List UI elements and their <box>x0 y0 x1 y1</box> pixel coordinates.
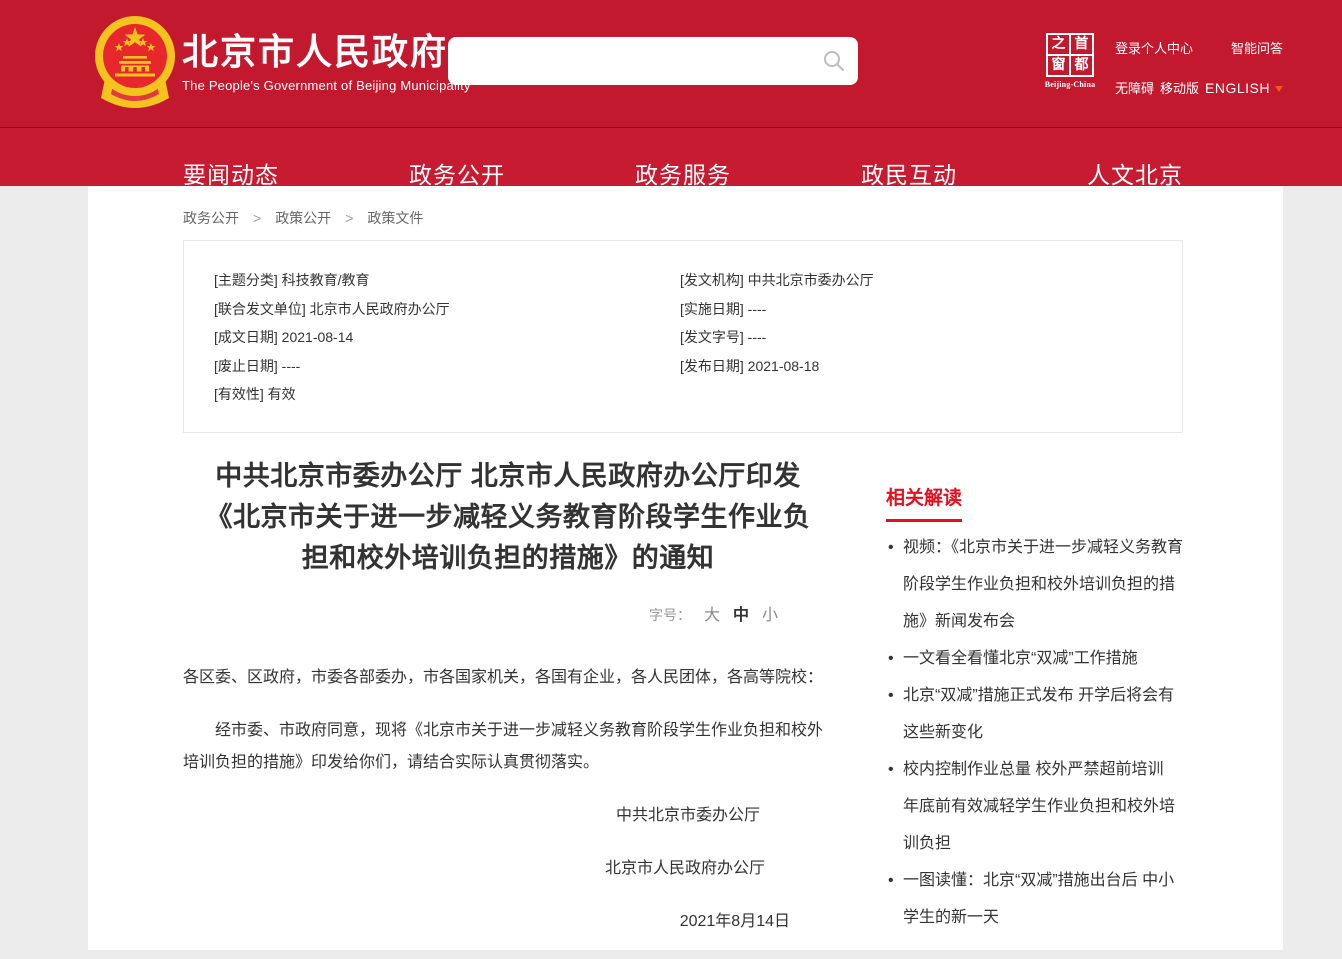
metadata-label: [发布日期] <box>680 358 744 374</box>
related-reading-item[interactable]: 一文看全看懂北京“双减”工作措施 <box>886 640 1183 677</box>
article-title-line: 《北京市关于进一步减轻义务教育阶段学生作业负 <box>183 497 833 538</box>
related-reading-item-label: 视频：《北京市关于进一步减轻义务教育阶段学生作业负担和校外培训负担的措施》新闻发… <box>903 539 1183 630</box>
site-title-group[interactable]: 北京市人民政府 The People's Government of Beiji… <box>182 33 471 93</box>
metadata-row: [主题分类] 科技教育/教育 <box>214 266 680 295</box>
related-reading-item-label: 一图读懂：北京“双减”措施出台后 中小学生的新一天 <box>903 872 1174 926</box>
main-nav: 要闻动态 政务公开 政务服务 政民互动 人文北京 <box>0 127 1342 186</box>
article: 中共北京市委办公厅 北京市人民政府办公厅印发 《北京市关于进一步减轻义务教育阶段… <box>183 456 833 959</box>
smart-qa-link[interactable]: 智能问答 <box>1231 38 1283 57</box>
metadata-value: 2021-08-14 <box>282 329 354 345</box>
metadata-row: [有效性] 有效 <box>214 380 680 409</box>
header-quick-links: 登录个人中心 智能问答 无障碍 移动版 ENGLISH <box>1115 38 1283 97</box>
metadata-row: [发文字号] ---- <box>680 323 874 352</box>
nav-item-label: 人文北京 <box>1087 156 1183 190</box>
metadata-row: [发文机构] 中共北京市委办公厅 <box>680 266 874 295</box>
breadcrumb-item[interactable]: 政策文件 <box>331 208 423 228</box>
metadata-value: ---- <box>748 301 767 317</box>
nav-item-label: 政务服务 <box>635 156 731 190</box>
font-size-large-button[interactable]: 大 <box>704 607 720 624</box>
related-reading-item[interactable]: 视频：《北京市关于进一步减轻义务教育阶段学生作业负担和校外培训负担的措施》新闻发… <box>886 529 1183 640</box>
sidebar-title: 相关解读 <box>886 483 962 522</box>
metadata-row: [废止日期] ---- <box>214 352 680 381</box>
metadata-value: 有效 <box>268 386 296 402</box>
capital-window-logo[interactable]: 之 首 窗 都 Beijing-China <box>1042 33 1098 89</box>
article-title-line: 担和校外培训负担的措施》的通知 <box>183 538 833 579</box>
related-reading-item[interactable]: 校内控制作业总量 校外严禁超前培训 年底前有效减轻学生作业负担和校外培训负担 <box>886 751 1183 862</box>
seal-char: 首 <box>1071 35 1092 54</box>
metadata-label: [实施日期] <box>680 301 744 317</box>
nav-item-label: 政民互动 <box>861 156 957 190</box>
breadcrumb-item[interactable]: 政务公开 <box>183 208 239 228</box>
capital-window-caption: Beijing-China <box>1042 80 1098 89</box>
breadcrumb-label: 政务公开 <box>183 210 239 226</box>
article-title: 中共北京市委办公厅 北京市人民政府办公厅印发 《北京市关于进一步减轻义务教育阶段… <box>183 456 833 579</box>
related-reading-list: 视频：《北京市关于进一步减轻义务教育阶段学生作业负担和校外培训负担的措施》新闻发… <box>886 529 1183 936</box>
metadata-value: ---- <box>748 329 767 345</box>
signature-org-1: 中共北京市委办公厅 <box>183 800 833 832</box>
article-body: 各区委、区政府，市委各部委办，市各国家机关，各国有企业，各人民团体，各高等院校：… <box>183 662 833 938</box>
metadata-row: [成文日期] 2021-08-14 <box>214 323 680 352</box>
site-name-english: The People's Government of Beijing Munic… <box>182 78 471 93</box>
related-reading-sidebar: 相关解读 视频：《北京市关于进一步减轻义务教育阶段学生作业负担和校外培训负担的措… <box>886 483 1183 936</box>
seal-char: 窗 <box>1048 56 1069 75</box>
nav-item-label: 政务公开 <box>409 156 505 190</box>
breadcrumb: 政务公开 政策公开 政策文件 <box>88 186 1283 228</box>
font-size-medium-button[interactable]: 中 <box>733 607 749 624</box>
metadata-label: [废止日期] <box>214 358 278 374</box>
article-paragraph: 经市委、市政府同意，现将《北京市关于进一步减轻义务教育阶段学生作业负担和校外培训… <box>183 715 833 779</box>
metadata-value: 北京市人民政府办公厅 <box>310 301 450 317</box>
content-panel: 政务公开 政策公开 政策文件 [主题分类] 科技教育/教育 [联合发文单位] 北… <box>88 186 1283 950</box>
login-link[interactable]: 登录个人中心 <box>1115 38 1193 57</box>
search-icon[interactable] <box>822 49 846 73</box>
metadata-value: 中共北京市委办公厅 <box>748 272 874 288</box>
signature-org-2: 北京市人民政府办公厅 <box>183 853 833 885</box>
metadata-row: [发布日期] 2021-08-18 <box>680 352 874 381</box>
metadata-value: 2021-08-18 <box>748 358 820 374</box>
seal-char: 之 <box>1048 35 1069 54</box>
related-reading-item-label: 校内控制作业总量 校外严禁超前培训 年底前有效减轻学生作业负担和校外培训负担 <box>903 761 1175 852</box>
search-input[interactable] <box>448 37 858 85</box>
metadata-right-column: [发文机构] 中共北京市委办公厅 [实施日期] ---- [发文字号] ----… <box>680 266 874 432</box>
document-metadata-box: [主题分类] 科技教育/教育 [联合发文单位] 北京市人民政府办公厅 [成文日期… <box>183 240 1183 433</box>
metadata-row: [实施日期] ---- <box>680 295 874 324</box>
chevron-down-icon <box>1275 86 1283 92</box>
search-bar <box>448 37 858 85</box>
site-name: 北京市人民政府 <box>182 33 471 71</box>
breadcrumb-item[interactable]: 政策公开 <box>239 208 331 228</box>
metadata-value: ---- <box>282 358 301 374</box>
metadata-label: [发文机构] <box>680 272 744 288</box>
related-reading-item-label: 一文看全看懂北京“双减”工作措施 <box>903 650 1138 667</box>
english-label: ENGLISH <box>1205 80 1270 96</box>
article-title-line: 中共北京市委办公厅 北京市人民政府办公厅印发 <box>183 456 833 497</box>
font-size-small-button[interactable]: 小 <box>762 607 778 624</box>
metadata-label: [主题分类] <box>214 272 278 288</box>
national-emblem-icon[interactable] <box>94 14 176 119</box>
font-size-label: 字号： <box>649 607 691 623</box>
site-header: 北京市人民政府 The People's Government of Beiji… <box>0 0 1342 127</box>
english-link[interactable]: ENGLISH <box>1205 80 1283 96</box>
capital-window-seal-icon: 之 首 窗 都 <box>1046 33 1094 77</box>
metadata-label: [成文日期] <box>214 329 278 345</box>
accessibility-link[interactable]: 无障碍 <box>1115 78 1154 97</box>
metadata-label: [发文字号] <box>680 329 744 345</box>
related-reading-item[interactable]: 一图读懂：北京“双减”措施出台后 中小学生的新一天 <box>886 862 1183 936</box>
signature-date: 2021年8月14日 <box>183 906 833 938</box>
related-reading-item[interactable]: 北京“双减”措施正式发布 开学后将会有这些新变化 <box>886 677 1183 751</box>
metadata-value: 科技教育/教育 <box>282 272 370 288</box>
article-paragraph: 各区委、区政府，市委各部委办，市各国家机关，各国有企业，各人民团体，各高等院校： <box>183 662 833 694</box>
seal-char: 都 <box>1071 56 1092 75</box>
metadata-row: [联合发文单位] 北京市人民政府办公厅 <box>214 295 680 324</box>
metadata-label: [联合发文单位] <box>214 301 306 317</box>
breadcrumb-label: 政策公开 <box>275 210 331 226</box>
nav-item-label: 要闻动态 <box>183 156 279 190</box>
metadata-left-column: [主题分类] 科技教育/教育 [联合发文单位] 北京市人民政府办公厅 [成文日期… <box>214 266 680 432</box>
breadcrumb-label: 政策文件 <box>367 210 423 226</box>
related-reading-item-label: 北京“双减”措施正式发布 开学后将会有这些新变化 <box>903 687 1174 741</box>
mobile-version-link[interactable]: 移动版 <box>1160 78 1199 97</box>
font-size-controls: 字号： 大中小 <box>183 601 833 625</box>
metadata-label: [有效性] <box>214 386 264 402</box>
